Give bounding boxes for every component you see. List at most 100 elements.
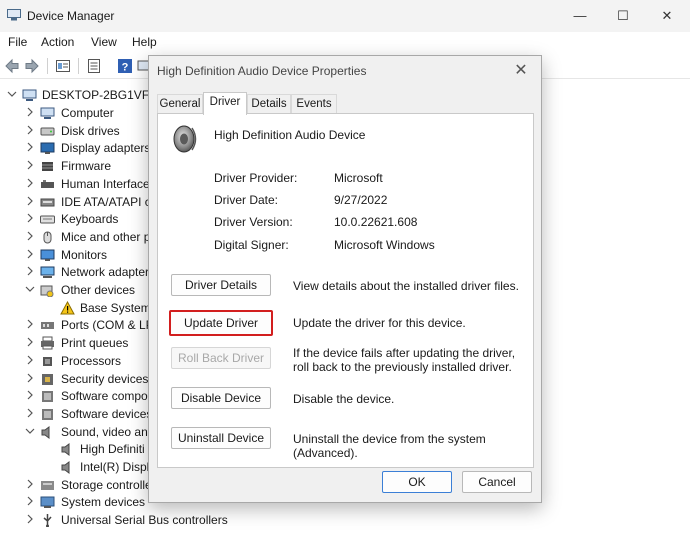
info-value-date: 9/27/2022 [334, 193, 388, 207]
keyboard-icon [40, 215, 55, 224]
speaker-icon [61, 461, 70, 474]
security-icon [42, 373, 53, 385]
driver-tab-panel: High Definition Audio Device Driver Prov… [157, 113, 534, 468]
maximize-button[interactable]: ☐ [608, 6, 638, 26]
chevron-right-icon[interactable] [25, 373, 35, 383]
chevron-right-icon[interactable] [25, 160, 35, 170]
chevron-down-icon[interactable] [25, 284, 35, 294]
chevron-right-icon[interactable] [25, 496, 35, 506]
info-value-provider: Microsoft [334, 171, 383, 185]
port-icon [41, 322, 54, 330]
tree-item-label: Processors [61, 353, 122, 368]
computer-icon [40, 107, 55, 119]
printer-icon [41, 336, 54, 350]
monitor-icon [40, 249, 55, 261]
chevron-right-icon[interactable] [25, 479, 35, 489]
window-title: Device Manager [27, 9, 115, 23]
minimize-button[interactable]: — [565, 6, 595, 26]
driver-details-button[interactable]: Driver Details [171, 274, 271, 296]
ide-icon [40, 198, 55, 206]
warning-icon [60, 300, 75, 315]
cancel-button[interactable]: Cancel [462, 471, 532, 493]
menu-help[interactable]: Help [132, 35, 157, 49]
tree-root-label: DESKTOP-2BG1VF6 [42, 88, 156, 102]
chevron-right-icon[interactable] [25, 266, 35, 276]
menu-view[interactable]: View [91, 35, 117, 49]
chevron-right-icon[interactable] [25, 196, 35, 206]
title-bar: Device Manager — ☐ ✕ [0, 0, 690, 32]
uninstall-device-desc: Uninstall the device from the system (Ad… [293, 432, 486, 460]
tree-item-label: Other devices [61, 283, 136, 297]
speaker-icon [173, 125, 197, 153]
menu-action[interactable]: Action [41, 35, 74, 49]
update-driver-button[interactable]: Update Driver [169, 310, 273, 336]
roll-back-driver-button[interactable]: Roll Back Driver [171, 347, 271, 369]
disk-icon [40, 127, 55, 136]
info-label-signer: Digital Signer: [214, 238, 289, 252]
tree-item-label: Base System [80, 300, 151, 315]
toolbar-divider [47, 58, 48, 74]
chevron-right-icon[interactable] [25, 319, 35, 329]
chevron-right-icon[interactable] [25, 408, 35, 418]
properties-dialog: High Definition Audio Device Properties … [148, 55, 542, 503]
chevron-right-icon[interactable] [25, 337, 35, 347]
tab-events[interactable]: Events [291, 94, 337, 114]
tree-item-label: System devices [61, 495, 146, 510]
tree-item-label: Ports (COM & LP [61, 318, 154, 333]
disable-device-button[interactable]: Disable Device [171, 387, 271, 409]
close-button[interactable]: ✕ [652, 6, 682, 26]
chevron-right-icon[interactable] [25, 390, 35, 400]
svg-text:?: ? [122, 62, 129, 74]
tree-item-label: Sound, video and [61, 424, 155, 439]
chevron-right-icon[interactable] [25, 213, 35, 223]
chevron-right-icon[interactable] [25, 231, 35, 241]
tree-item-label: Universal Serial Bus controllers [61, 513, 228, 528]
tab-general[interactable]: General [157, 94, 203, 114]
computer-icon [22, 89, 37, 101]
tab-details[interactable]: Details [247, 94, 291, 114]
chevron-right-icon[interactable] [25, 355, 35, 365]
tree-item-label: Mice and other p [61, 229, 151, 244]
tree-item-label: Network adapter [61, 265, 150, 280]
device-manager-icon [7, 9, 21, 21]
speaker-icon [61, 443, 70, 457]
storage-icon [41, 480, 54, 490]
tree-item-label: Security devices [61, 371, 149, 386]
tree-item-label: Storage controlle [61, 477, 152, 492]
hid-icon [41, 179, 54, 188]
info-label-version: Driver Version: [214, 215, 293, 229]
device-name: High Definition Audio Device [214, 128, 366, 142]
chevron-right-icon[interactable] [25, 178, 35, 188]
tab-driver[interactable]: Driver [203, 92, 247, 115]
speaker-icon [41, 425, 50, 439]
display-icon [40, 142, 55, 155]
ok-button[interactable]: OK [382, 471, 452, 493]
forward-arrow-icon[interactable] [24, 58, 40, 74]
menu-bar: File Action View Help [0, 32, 690, 54]
chevron-right-icon[interactable] [25, 125, 35, 135]
tree-item-label: Firmware [61, 159, 111, 174]
chevron-down-icon[interactable] [25, 426, 35, 436]
menu-file[interactable]: File [8, 35, 27, 49]
chevron-right-icon[interactable] [25, 142, 35, 152]
dialog-title: High Definition Audio Device Properties [157, 64, 367, 78]
dialog-close-button[interactable]: ✕ [509, 59, 533, 83]
usb-icon [43, 514, 52, 528]
chevron-right-icon[interactable] [25, 107, 35, 117]
uninstall-device-button[interactable]: Uninstall Device [171, 427, 271, 449]
tree-category-item[interactable]: Universal Serial Bus controllers [0, 511, 690, 529]
info-label-date: Driver Date: [214, 193, 279, 207]
tree-item-label: Print queues [61, 336, 129, 351]
network-icon [40, 266, 55, 279]
list-view-icon[interactable] [86, 58, 102, 74]
tree-item-label: Display adapters [61, 141, 151, 156]
chevron-down-icon[interactable] [7, 89, 17, 99]
back-arrow-icon[interactable] [4, 58, 20, 74]
chevron-right-icon[interactable] [25, 249, 35, 259]
properties-view-icon[interactable] [55, 58, 71, 74]
chevron-right-icon[interactable] [25, 514, 35, 524]
help-icon[interactable]: ? [117, 58, 133, 74]
software-icon [42, 391, 53, 403]
toolbar-divider [78, 58, 79, 74]
tree-item-label: Intel(R) Displ [80, 460, 150, 474]
